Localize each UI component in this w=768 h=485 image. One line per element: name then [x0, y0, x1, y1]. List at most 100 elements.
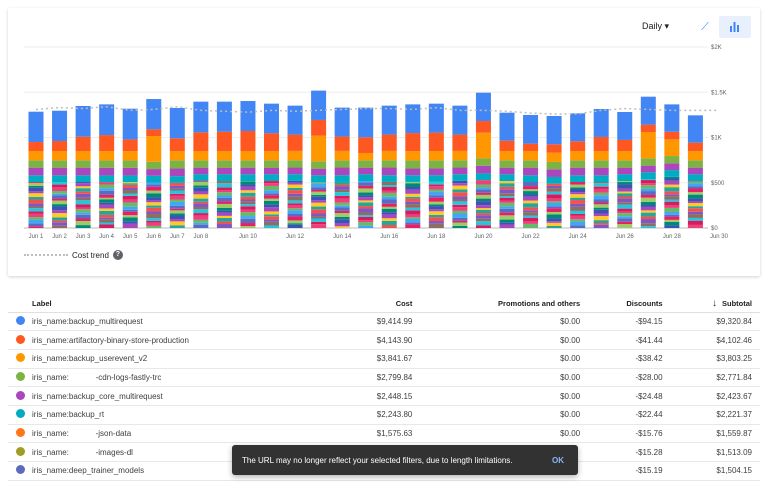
bar-segment-other [240, 218, 256, 224]
bar-segment-other [240, 206, 256, 210]
bar-segment-other [452, 204, 468, 208]
bar-segment [334, 107, 350, 137]
bar-segment [617, 139, 633, 151]
bar-segment-other [593, 216, 609, 221]
bar-segment-other [122, 217, 138, 222]
label-header[interactable]: Label [32, 295, 340, 313]
bar-segment-other [687, 201, 703, 204]
bar-segment-other [381, 185, 397, 188]
series-color-dot [15, 371, 25, 381]
row-subtotal: $1,504.15 [670, 461, 760, 481]
row-subtotal: $9,320.84 [670, 312, 760, 332]
bar-segment [381, 150, 397, 161]
bar-segment-other [664, 187, 680, 192]
bar-segment [640, 96, 656, 125]
bar-segment [99, 104, 115, 136]
bar-segment-other [216, 224, 232, 228]
bar-segment [193, 174, 209, 182]
cost-header[interactable]: Cost [339, 295, 421, 313]
table-row[interactable]: iris_name: -json-data $1,575.63 $0.00 -$… [8, 424, 760, 444]
bar-segment [169, 138, 185, 151]
bar-segment-other [146, 182, 162, 185]
table-row[interactable]: iris_name:backup_multirequest $9,414.99 … [8, 312, 760, 332]
bar-segment [570, 113, 586, 142]
bar-segment-other [311, 224, 327, 228]
bar-segment-other [75, 207, 91, 210]
bar-segment-other [52, 184, 68, 188]
table-header: Label Cost Promotions and others Discoun… [8, 295, 760, 313]
bar-segment-other [75, 197, 91, 201]
bar-segment [687, 174, 703, 182]
bar-segment-other [216, 190, 232, 193]
bar-segment-other [687, 183, 703, 187]
discounts-header[interactable]: Discounts [588, 295, 671, 313]
y-tick-label: $2K [711, 45, 722, 51]
bar-segment-other [358, 208, 374, 213]
x-tick-label: Jun 8 [194, 234, 209, 240]
bar-segment [640, 165, 656, 173]
bar-segment-other [240, 223, 256, 227]
bar-segment-other [358, 185, 374, 189]
x-tick-label: Jun 14 [333, 234, 352, 240]
subtotal-header[interactable]: ↓ Subtotal [670, 295, 760, 313]
bar-segment-other [405, 207, 421, 211]
bar-segment [99, 135, 115, 152]
bar-segment [264, 160, 279, 168]
bar-segment [311, 175, 327, 183]
bar-segment [617, 111, 633, 140]
bar-segment [216, 167, 232, 175]
bar-segment [122, 167, 138, 176]
bar-segment-other [287, 210, 303, 214]
bar-segment [546, 176, 562, 184]
table-row[interactable]: iris_name:backup_rt $2,243.80 $0.00 -$22… [8, 405, 760, 425]
bar-segment-other [99, 199, 115, 203]
bar-segment-other [75, 204, 91, 208]
bar-segment [146, 169, 162, 176]
bar-segment-other [99, 208, 115, 211]
bar-segment [475, 158, 491, 166]
bar-segment-other [75, 225, 91, 228]
promotions-header[interactable]: Promotions and others [420, 295, 589, 313]
bar-segment-other [546, 203, 562, 207]
table-row[interactable]: iris_name:backup_userevent_v2 $3,841.67 … [8, 349, 760, 369]
bar-segment [169, 176, 185, 183]
bar-segment [216, 174, 232, 182]
bar-segment [593, 175, 609, 183]
row-promotions: $0.00 [420, 386, 589, 406]
bar-segment-other [664, 199, 680, 202]
bar-segment [570, 141, 586, 151]
bar-segment-other [428, 189, 444, 192]
bar-segment [146, 129, 162, 137]
table-row[interactable]: iris_name: -cdn-logs-fastly-trc $2,799.8… [8, 368, 760, 388]
snackbar-ok-button[interactable]: OK [552, 456, 568, 465]
help-icon[interactable]: ? [112, 250, 123, 260]
bar-segment-other [287, 220, 303, 224]
bar-segment-other [617, 211, 633, 214]
x-tick-label: Jun 16 [380, 234, 399, 240]
bar-segment [169, 150, 185, 161]
bar-segment-other [381, 214, 397, 219]
bar-segment-other [216, 197, 232, 202]
bar-segment [499, 167, 515, 175]
table-row[interactable]: iris_name:artifactory-binary-store-produ… [8, 330, 760, 350]
row-discounts: -$15.19 [588, 461, 671, 481]
bar-segment [169, 168, 185, 177]
bar-segment-other [216, 207, 232, 211]
bar-segment-other [146, 184, 162, 187]
bar-segment-other [452, 217, 468, 221]
bar-segment-other [499, 200, 515, 203]
bar-segment-other [169, 188, 185, 191]
bar-segment-other [99, 194, 115, 198]
cost-trend-line [35, 105, 719, 115]
bar-segment-other [405, 222, 421, 225]
bar-segment-other [122, 211, 138, 216]
table-row[interactable]: iris_name:backup_core_multirequest $2,44… [8, 386, 760, 406]
bar-segment-other [264, 181, 279, 184]
bar-segment-other [240, 184, 256, 187]
bar-segment [122, 160, 138, 168]
bar-segment-other [169, 208, 185, 211]
bar-segment-other [311, 216, 327, 219]
bar-segment-other [475, 208, 491, 210]
bar-segment-other [475, 213, 491, 216]
bar-segment-other [240, 196, 256, 200]
